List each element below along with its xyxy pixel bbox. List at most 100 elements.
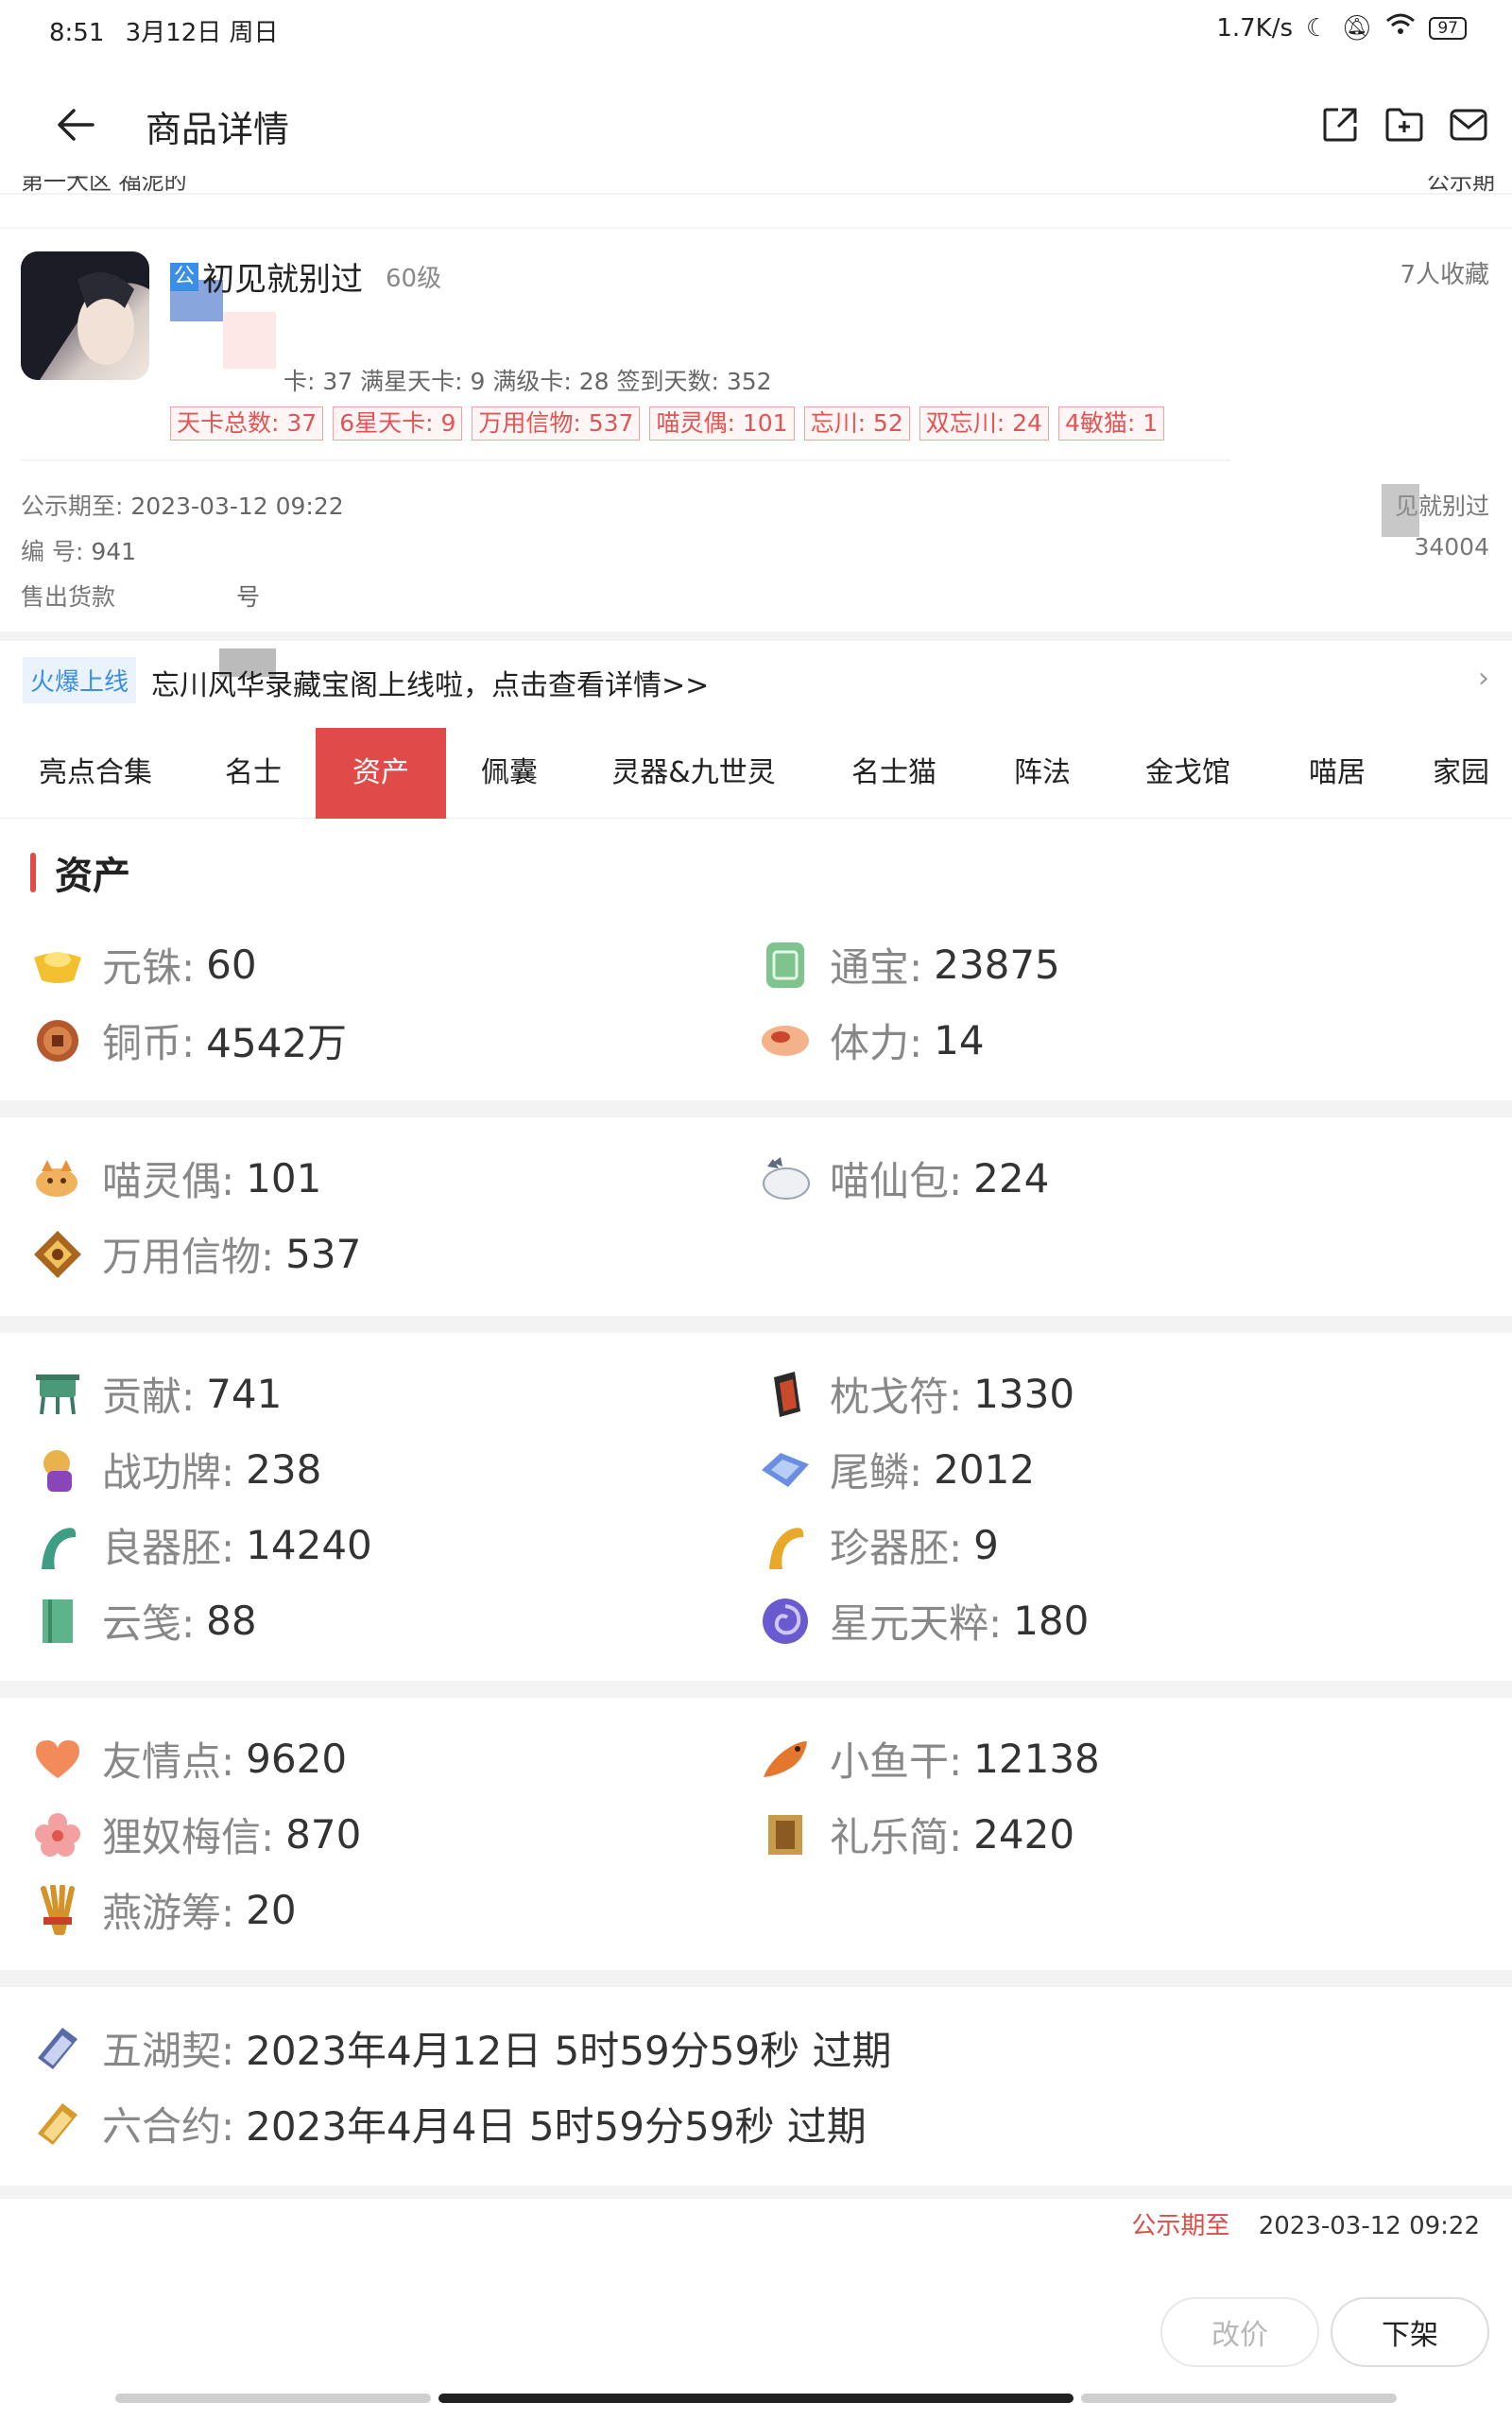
tab-assets[interactable]: 资产 <box>316 728 446 819</box>
tab-artifacts[interactable]: 灵器&九世灵 <box>573 728 815 819</box>
clipped-left-text: 第一大区 福泥的 <box>21 176 187 195</box>
tab-cat-house[interactable]: 喵居 <box>1264 728 1410 819</box>
cloud-paper-icon <box>32 1596 83 1647</box>
tab-formations[interactable]: 阵法 <box>973 728 1111 819</box>
asset-value: 88 <box>206 1598 257 1644</box>
asset-item: 友情点: 9620 <box>32 1730 347 1788</box>
tab-bar: 亮点合集 名士 资产 佩囊 灵器&九世灵 名士猫 阵法 金戈馆 喵居 家园 <box>0 728 1512 819</box>
asset-item: 元铢: 60 <box>32 936 257 994</box>
merit-medal-icon <box>32 1444 83 1495</box>
tab-arena[interactable]: 金戈馆 <box>1111 728 1264 819</box>
tally-sticks-icon <box>32 1884 83 1936</box>
gray-divider <box>0 631 1512 641</box>
publicity-value: 2023-03-12 09:22 <box>130 493 344 520</box>
footer-publicity: 公示期至 2023-03-12 09:22 <box>1131 2206 1480 2241</box>
edit-price-button[interactable]: 改价 <box>1160 2297 1319 2367</box>
wifi-icon <box>1385 13 1416 43</box>
asset-label: 喵灵偶: <box>102 1158 235 1204</box>
clipped-info-row: 第一大区 福泥的 公示期 <box>21 176 1495 200</box>
group-separator <box>0 1970 1512 1987</box>
asset-label: 礼乐简: <box>830 1814 963 1860</box>
asset-label: 铜币: <box>102 1020 196 1066</box>
asset-item: 小鱼干: 12138 <box>760 1730 1100 1788</box>
highlight-tags: 天卡总数: 37 6星天卡: 9 万用信物: 537 喵灵偶: 101 忘川: … <box>170 406 1165 441</box>
banner-text[interactable]: 忘川风华录藏宝阁上线啦，点击查看详情>> <box>151 662 709 703</box>
tab-heroes[interactable]: 名士 <box>191 728 316 819</box>
asset-value: 23875 <box>934 942 1060 988</box>
asset-label: 喵仙包: <box>830 1158 963 1204</box>
sale-row: 售出货款 号 <box>21 579 260 613</box>
asset-value: 14 <box>934 1017 985 1063</box>
asset-item: 良器胚: 14240 <box>32 1516 372 1574</box>
seller-name: 初见就别过 <box>202 261 364 299</box>
plum-letter-icon <box>32 1809 83 1860</box>
highlight-tag: 双忘川: 24 <box>919 406 1049 441</box>
serial-value: 941 <box>91 538 137 565</box>
net-speed: 1.7K/s <box>1216 13 1294 43</box>
asset-value: 180 <box>1013 1598 1090 1644</box>
group-separator <box>0 1681 1512 1698</box>
asset-value: 741 <box>206 1371 283 1417</box>
asset-item: 贡献: 741 <box>32 1365 282 1423</box>
tab-home[interactable]: 家园 <box>1410 728 1512 819</box>
tab-pouch[interactable]: 佩囊 <box>446 728 573 819</box>
tab-highlights[interactable]: 亮点合集 <box>0 728 191 819</box>
asset-item: 星元天粹: 180 <box>760 1592 1089 1650</box>
page-title: 商品详情 <box>146 109 290 150</box>
asset-value: 537 <box>285 1231 362 1277</box>
group-separator <box>0 1316 1512 1333</box>
right-seller-number: 34004 <box>1414 533 1489 561</box>
home-indicator-right <box>1081 2394 1397 2403</box>
highlight-tag: 万用信物: 537 <box>472 406 641 441</box>
asset-label: 贡献: <box>102 1374 196 1420</box>
asset-item: 枕戈符: 1330 <box>760 1365 1074 1423</box>
tail-scale-icon <box>760 1444 811 1495</box>
tab-hero-cats[interactable]: 名士猫 <box>815 728 973 819</box>
asset-item: 万用信物: 537 <box>32 1225 361 1283</box>
stamina-bowl-icon <box>760 1015 811 1066</box>
asset-label: 小鱼干: <box>830 1738 963 1785</box>
public-badge: 公 <box>170 262 199 291</box>
status-date: 3月12日 周日 <box>125 19 279 47</box>
status-time-date: 8:51 3月12日 周日 <box>49 13 279 48</box>
asset-label: 体力: <box>830 1020 923 1066</box>
asset-item: 珍器胚: 9 <box>760 1516 999 1574</box>
blur-patch <box>223 312 276 369</box>
asset-value: 14240 <box>246 1522 372 1568</box>
promo-banner[interactable]: 火爆上线 忘川风华录藏宝阁上线啦，点击查看详情>> › <box>0 648 1512 711</box>
home-indicator[interactable] <box>438 2394 1074 2403</box>
asset-value: 2023年4月12日 5时59分59秒 过期 <box>246 2028 892 2074</box>
group-separator <box>0 1100 1512 1117</box>
section-accent-bar <box>30 853 36 892</box>
favorites-count: 7人收藏 <box>1400 261 1489 289</box>
moon-icon: ☾ <box>1306 13 1329 43</box>
asset-label: 尾鳞: <box>830 1449 923 1495</box>
token-box-icon <box>32 1229 83 1280</box>
tribute-vessel-icon <box>32 1369 83 1420</box>
asset-value: 101 <box>246 1155 322 1201</box>
battery-icon: 97 <box>1429 16 1467 40</box>
share-icon[interactable] <box>1317 102 1363 147</box>
asset-value: 2023年4月4日 5时59分59秒 过期 <box>246 2103 867 2150</box>
asset-label: 六合约: <box>102 2103 235 2150</box>
folder-add-icon[interactable] <box>1382 102 1427 147</box>
asset-label: 良器胚: <box>102 1525 235 1571</box>
asset-item: 喵灵偶: 101 <box>32 1150 321 1207</box>
asset-item: 云笺: 88 <box>32 1592 257 1650</box>
asset-value: 1330 <box>973 1371 1075 1417</box>
delist-button[interactable]: 下架 <box>1331 2297 1489 2367</box>
asset-label: 珍器胚: <box>830 1525 963 1571</box>
asset-label: 万用信物: <box>102 1234 275 1280</box>
blur-patch <box>1382 484 1419 537</box>
highlight-tag: 4敏猫: 1 <box>1057 406 1165 441</box>
asset-item: 喵仙包: 224 <box>760 1150 1049 1207</box>
footer-publicity-label: 公示期至 <box>1131 2212 1230 2240</box>
chevron-right-icon[interactable]: › <box>1478 662 1489 695</box>
asset-label: 友情点: <box>102 1738 235 1785</box>
avatar[interactable] <box>21 251 149 380</box>
back-arrow-icon[interactable] <box>53 102 98 147</box>
talisman-icon <box>760 1369 811 1420</box>
asset-value: 2420 <box>973 1811 1075 1858</box>
asset-item: 礼乐简: 2420 <box>760 1806 1074 1863</box>
mail-icon[interactable] <box>1446 102 1491 147</box>
